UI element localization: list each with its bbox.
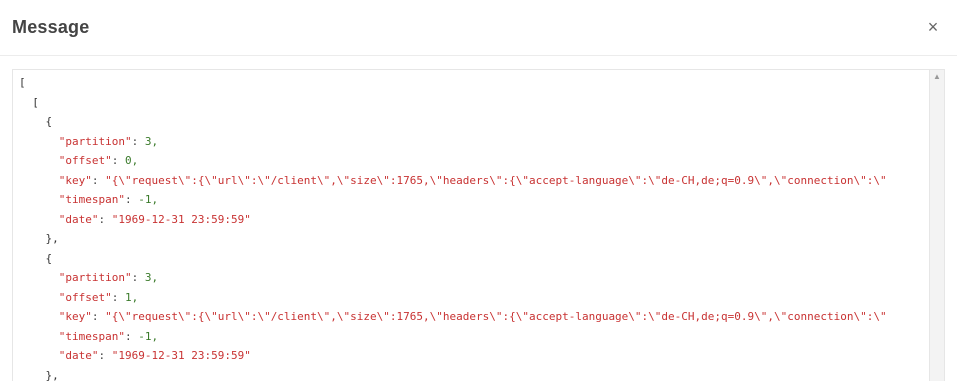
dialog-header: Message ×: [0, 0, 957, 56]
json-viewer[interactable]: [ [ { "partition": 3, "offset": 0, "key"…: [12, 69, 945, 381]
json-line: "partition": 3,: [58, 134, 159, 148]
message-dialog: Message × [ [ { "partition": 3, "offset"…: [0, 0, 957, 381]
vertical-scrollbar[interactable]: ▲: [929, 70, 944, 381]
json-code: [ [ { "partition": 3, "offset": 0, "key"…: [19, 73, 924, 381]
dialog-title: Message: [12, 17, 90, 37]
json-line: },: [19, 232, 59, 245]
json-line: "offset": 0,: [58, 154, 139, 167]
json-line: "timespan": -1,: [58, 329, 159, 343]
json-line: "date": "1969-12-31 23:59:59": [58, 212, 251, 226]
json-line: "timespan": -1,: [58, 193, 159, 206]
json-line: {: [19, 251, 53, 265]
json-line: "date": "1969-12-31 23:59:59": [58, 349, 251, 362]
dialog-body: [ [ { "partition": 3, "offset": 0, "key"…: [12, 69, 945, 381]
json-line: },: [19, 368, 59, 381]
json-line: "key": "{\"request\":{\"url\":\"/client\…: [58, 310, 887, 323]
json-line: "key": "{\"request\":{\"url\":\"/client\…: [58, 173, 887, 187]
scroll-up-icon[interactable]: ▲: [930, 72, 944, 81]
json-line: "offset": 1,: [58, 290, 139, 304]
close-icon[interactable]: ×: [921, 16, 945, 40]
json-line: [: [19, 95, 39, 109]
json-line: [: [19, 76, 26, 89]
json-line: "partition": 3,: [58, 271, 159, 284]
json-line: {: [19, 115, 53, 128]
